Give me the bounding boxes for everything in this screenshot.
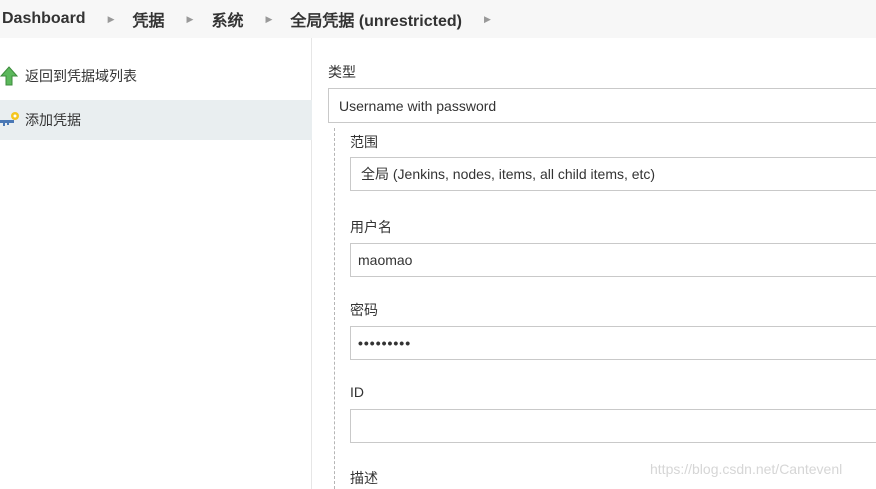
sidebar-item-label: 返回到凭据域列表 — [25, 68, 137, 84]
sidebar-item-back-to-domains[interactable]: 返回到凭据域列表 — [0, 55, 312, 97]
breadcrumb-chevron-icon[interactable]: ▶ — [265, 14, 272, 25]
breadcrumb-credentials[interactable]: 凭据 — [133, 7, 165, 31]
scope-label: 范围 — [350, 134, 378, 150]
watermark-text: https://blog.csdn.net/Cantevenl — [650, 461, 843, 477]
key-icon — [0, 110, 25, 130]
breadcrumb-chevron-icon[interactable]: ▶ — [187, 14, 194, 25]
nested-section-border — [334, 128, 335, 489]
up-arrow-icon — [0, 66, 25, 86]
credentials-form: 类型 Username with password 范围 全局 (Jenkins… — [313, 38, 876, 489]
breadcrumb-chevron-icon[interactable]: ▶ — [484, 14, 491, 25]
password-input[interactable]: ••••••••• — [350, 326, 876, 360]
breadcrumb: Dashboard ▶ 凭据 ▶ 系统 ▶ 全局凭据 (unrestricted… — [0, 0, 876, 38]
breadcrumb-chevron-icon[interactable]: ▶ — [108, 14, 115, 25]
scope-select[interactable]: 全局 (Jenkins, nodes, items, all child ite… — [350, 157, 876, 191]
breadcrumb-dashboard[interactable]: Dashboard — [0, 10, 86, 28]
kind-select[interactable]: Username with password — [328, 88, 876, 123]
breadcrumb-system[interactable]: 系统 — [211, 7, 243, 31]
description-label: 描述 — [350, 470, 378, 486]
sidebar-item-label: 添加凭据 — [25, 112, 81, 128]
breadcrumb-global-credentials[interactable]: 全局凭据 (unrestricted) — [290, 7, 462, 31]
id-input[interactable] — [350, 409, 876, 443]
kind-label: 类型 — [328, 64, 356, 80]
password-label: 密码 — [350, 302, 378, 318]
sidebar: 返回到凭据域列表 添加凭据 — [0, 38, 312, 489]
sidebar-item-add-credentials[interactable]: 添加凭据 — [0, 100, 312, 140]
username-input[interactable]: maomao — [350, 243, 876, 277]
id-label: ID — [350, 384, 364, 400]
username-label: 用户名 — [350, 219, 392, 235]
